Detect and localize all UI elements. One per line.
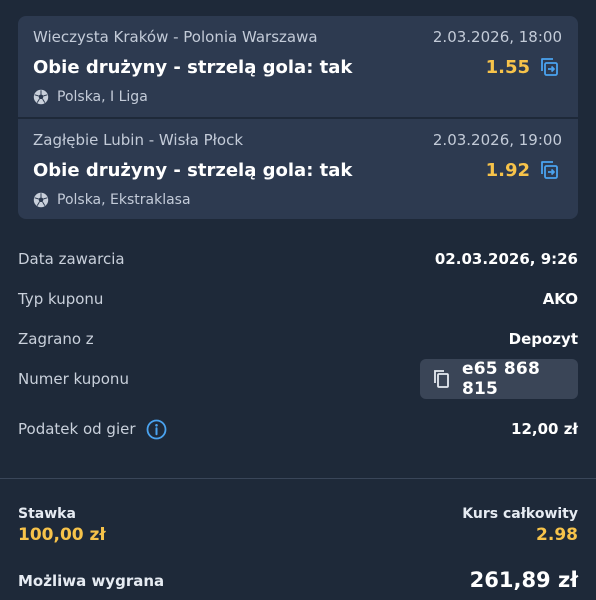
date-label: Data zawarcia <box>18 250 125 268</box>
info-icon[interactable] <box>146 419 167 440</box>
potential-win-value: 261,89 zł <box>469 568 578 592</box>
detail-row-tax: Podatek od gier 12,00 zł <box>18 417 578 441</box>
league-name: Polska, Ekstraklasa <box>57 192 191 208</box>
type-label: Typ kuponu <box>18 290 104 308</box>
match-name: Wieczysta Kraków - Polonia Warszawa <box>33 28 318 46</box>
detail-row-coupon: Numer kuponu e65 868 815 <box>18 359 578 399</box>
coupon-number: e65 868 815 <box>462 359 540 399</box>
detail-row-source: Zagrano z Depozyt <box>18 327 578 351</box>
bet-item[interactable]: Zagłębie Lubin - Wisła Płock 2.03.2026, … <box>18 117 578 218</box>
swap-arrows-icon[interactable] <box>537 55 560 78</box>
copy-coupon-button[interactable]: e65 868 815 <box>420 359 578 399</box>
bet-market: Obie drużyny - strzelą gola: tak <box>33 57 353 78</box>
detail-row-date: Data zawarcia 02.03.2026, 9:26 <box>18 247 578 271</box>
league-name: Polska, I Liga <box>57 89 148 105</box>
source-value: Depozyt <box>508 330 578 348</box>
divider <box>0 478 596 479</box>
match-name: Zagłębie Lubin - Wisła Płock <box>33 131 244 149</box>
stake-value: 100,00 zł <box>18 525 106 545</box>
copy-icon <box>432 369 450 389</box>
swap-arrows-icon[interactable] <box>537 158 560 181</box>
total-odds-value: 2.98 <box>536 525 578 545</box>
bet-odds: 1.55 <box>485 57 530 78</box>
coupon-label: Numer kuponu <box>18 370 129 388</box>
potential-win-label: Możliwa wygrana <box>18 572 165 590</box>
source-label: Zagrano z <box>18 330 94 348</box>
bet-item[interactable]: Wieczysta Kraków - Polonia Warszawa 2.03… <box>18 16 578 117</box>
type-value: AKO <box>542 290 578 308</box>
detail-row-type: Typ kuponu AKO <box>18 287 578 311</box>
football-icon <box>33 89 49 105</box>
date-value: 02.03.2026, 9:26 <box>434 250 578 268</box>
football-icon <box>33 192 49 208</box>
total-odds-label: Kurs całkowity <box>462 506 578 522</box>
bet-list: Wieczysta Kraków - Polonia Warszawa 2.03… <box>18 16 578 219</box>
league-info: Polska, Ekstraklasa <box>33 191 191 209</box>
tax-value: 12,00 zł <box>511 420 578 438</box>
coupon-details: Wieczysta Kraków - Polonia Warszawa 2.03… <box>0 0 596 600</box>
league-info: Polska, I Liga <box>33 88 148 106</box>
bet-odds: 1.92 <box>485 160 530 181</box>
match-datetime: 2.03.2026, 19:00 <box>432 131 562 149</box>
stake-label: Stawka <box>18 506 76 522</box>
match-datetime: 2.03.2026, 18:00 <box>432 28 562 46</box>
bet-market: Obie drużyny - strzelą gola: tak <box>33 160 353 181</box>
tax-label: Podatek od gier <box>18 420 136 438</box>
